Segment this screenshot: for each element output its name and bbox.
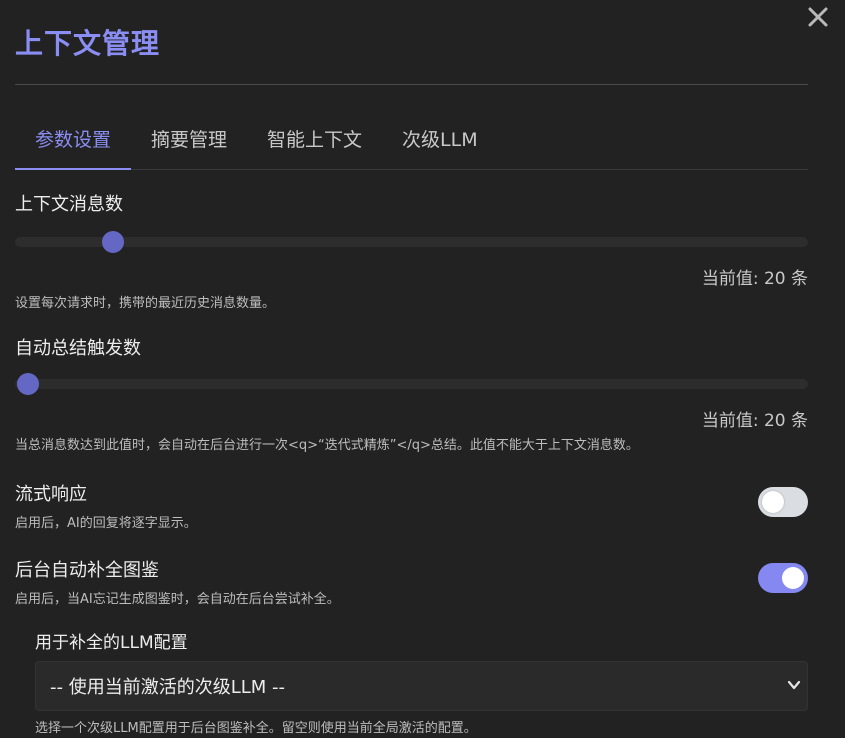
auto-summary-current-value: 当前值: 20 条 <box>701 411 808 431</box>
auto-complete-toggle[interactable] <box>758 563 808 593</box>
streaming-toggle-knob <box>762 491 784 513</box>
tab-bar: 参数设置 摘要管理 智能上下文 次级LLM <box>15 112 808 170</box>
auto-complete-label: 后台自动补全图鉴 <box>15 560 159 581</box>
llm-config-selected-value: -- 使用当前激活的次级LLM -- <box>50 677 286 698</box>
close-icon <box>808 7 828 27</box>
tab-secondary-llm[interactable]: 次级LLM <box>382 112 498 169</box>
auto-summary-slider-thumb[interactable] <box>16 373 39 395</box>
auto-summary-slider[interactable] <box>15 373 808 395</box>
llm-config-select[interactable]: -- 使用当前激活的次级LLM -- <box>35 661 808 711</box>
streaming-label: 流式响应 <box>15 484 87 505</box>
auto-complete-hint: 启用后，当AI忘记生成图鉴时，会自动在后台尝试补全。 <box>15 592 340 607</box>
context-messages-current-value: 当前值: 20 条 <box>701 269 808 289</box>
close-button[interactable] <box>805 4 831 30</box>
page-title: 上下文管理 <box>15 27 161 60</box>
auto-summary-hint: 当总消息数达到此值时，会自动在后台进行一次<q>“迭代式精炼”</q>总结。此值… <box>15 438 639 453</box>
tab-smart-context[interactable]: 智能上下文 <box>247 112 382 169</box>
llm-config-hint: 选择一个次级LLM配置用于后台图鉴补全。留空则使用当前全局激活的配置。 <box>35 721 477 736</box>
chevron-down-icon <box>787 680 801 690</box>
tab-parameter-settings[interactable]: 参数设置 <box>15 112 132 170</box>
auto-summary-label: 自动总结触发数 <box>15 338 141 359</box>
context-management-panel: 上下文管理 参数设置 摘要管理 智能上下文 次级LLM 上下文消息数 当前值: … <box>0 0 845 738</box>
streaming-hint: 启用后，AI的回复将逐字显示。 <box>15 516 197 531</box>
streaming-toggle[interactable] <box>758 487 808 517</box>
context-messages-label: 上下文消息数 <box>15 194 123 215</box>
context-messages-slider-thumb[interactable] <box>102 231 125 253</box>
tab-summary-management[interactable]: 摘要管理 <box>131 112 247 169</box>
llm-config-label: 用于补全的LLM配置 <box>35 633 188 653</box>
auto-complete-toggle-knob <box>782 567 804 589</box>
context-messages-slider[interactable] <box>15 231 808 253</box>
context-messages-hint: 设置每次请求时，携带的最近历史消息数量。 <box>15 296 276 311</box>
title-divider <box>15 84 808 85</box>
